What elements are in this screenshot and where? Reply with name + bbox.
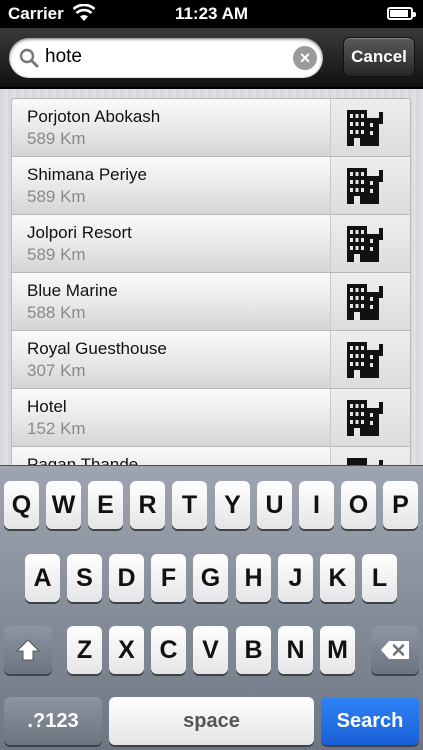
list-item[interactable]: Hotel 152 Km xyxy=(12,389,410,447)
delete-key[interactable] xyxy=(371,626,419,674)
key-d[interactable]: D xyxy=(109,554,144,602)
building-icon xyxy=(347,342,383,378)
magnifier-icon xyxy=(19,48,39,68)
key-f[interactable]: F xyxy=(151,554,186,602)
result-name: Pagan Thande xyxy=(27,455,139,465)
key-i[interactable]: I xyxy=(299,481,334,529)
cancel-button[interactable]: Cancel xyxy=(343,37,415,77)
result-distance: 589 Km xyxy=(27,187,86,206)
clear-icon[interactable]: × xyxy=(293,46,317,70)
key-j[interactable]: J xyxy=(278,554,313,602)
status-bar: Carrier 11:23 AM xyxy=(0,0,423,28)
result-distance: 589 Km xyxy=(27,129,86,148)
result-distance: 589 Km xyxy=(27,245,86,264)
list-item[interactable]: Porjoton Abokash 589 Km xyxy=(12,99,410,157)
results-list: Porjoton Abokash 589 Km Shimana Periye 5… xyxy=(11,98,411,465)
building-icon-cell xyxy=(330,157,410,214)
numbers-key[interactable]: .?123 xyxy=(4,697,102,745)
key-l[interactable]: L xyxy=(362,554,397,602)
backspace-icon xyxy=(381,641,409,659)
result-distance: 152 Km xyxy=(27,419,86,438)
key-t[interactable]: T xyxy=(172,481,207,529)
key-s[interactable]: S xyxy=(67,554,102,602)
search-query[interactable]: hote xyxy=(45,46,82,68)
result-name: Jolpori Resort xyxy=(27,223,132,242)
keyboard: Q W E R T Y U I O P A S D F G H J K L Z … xyxy=(0,465,423,750)
building-icon-cell xyxy=(330,99,410,156)
building-icon xyxy=(347,168,383,204)
shift-icon xyxy=(15,639,41,661)
key-a[interactable]: A xyxy=(25,554,60,602)
key-e[interactable]: E xyxy=(88,481,123,529)
key-w[interactable]: W xyxy=(46,481,81,529)
search-key[interactable]: Search xyxy=(321,697,419,745)
key-c[interactable]: C xyxy=(151,626,186,674)
key-x[interactable]: X xyxy=(109,626,144,674)
building-icon-cell xyxy=(330,447,410,465)
clock: 11:23 AM xyxy=(174,4,249,23)
building-icon-cell xyxy=(330,389,410,446)
list-item[interactable]: Royal Guesthouse 307 Km xyxy=(12,331,410,389)
building-icon xyxy=(347,400,383,436)
key-g[interactable]: G xyxy=(193,554,228,602)
building-icon xyxy=(347,110,383,146)
search-bar: hote × Cancel xyxy=(0,28,423,88)
building-icon-cell xyxy=(330,215,410,272)
building-icon xyxy=(347,284,383,320)
key-z[interactable]: Z xyxy=(67,626,102,674)
key-y[interactable]: Y xyxy=(215,481,250,529)
result-name: Royal Guesthouse xyxy=(27,339,167,358)
list-item[interactable]: Pagan Thande xyxy=(12,447,410,465)
result-name: Shimana Periye xyxy=(27,165,148,184)
key-v[interactable]: V xyxy=(193,626,228,674)
space-key[interactable]: space xyxy=(109,697,314,745)
key-h[interactable]: H xyxy=(236,554,271,602)
key-u[interactable]: U xyxy=(257,481,292,529)
battery-icon xyxy=(387,7,416,20)
key-k[interactable]: K xyxy=(320,554,355,602)
building-icon-cell xyxy=(330,331,410,388)
result-distance: 588 Km xyxy=(27,303,86,322)
building-icon xyxy=(347,458,383,465)
list-item[interactable]: Blue Marine 588 Km xyxy=(12,273,410,331)
result-name: Blue Marine xyxy=(27,281,118,300)
building-icon xyxy=(347,226,383,262)
list-item[interactable]: Shimana Periye 589 Km xyxy=(12,157,410,215)
key-p[interactable]: P xyxy=(383,481,418,529)
result-name: Porjoton Abokash xyxy=(27,107,161,126)
key-o[interactable]: O xyxy=(341,481,376,529)
key-m[interactable]: M xyxy=(320,626,355,674)
list-item[interactable]: Jolpori Resort 589 Km xyxy=(12,215,410,273)
shift-key[interactable] xyxy=(4,626,52,674)
key-q[interactable]: Q xyxy=(4,481,39,529)
key-b[interactable]: B xyxy=(236,626,271,674)
result-distance: 307 Km xyxy=(27,361,86,380)
key-r[interactable]: R xyxy=(130,481,165,529)
results-list-area: Porjoton Abokash 589 Km Shimana Periye 5… xyxy=(0,89,423,465)
building-icon-cell xyxy=(330,273,410,330)
search-input[interactable]: hote × xyxy=(9,38,323,78)
result-name: Hotel xyxy=(27,397,67,416)
key-n[interactable]: N xyxy=(278,626,313,674)
